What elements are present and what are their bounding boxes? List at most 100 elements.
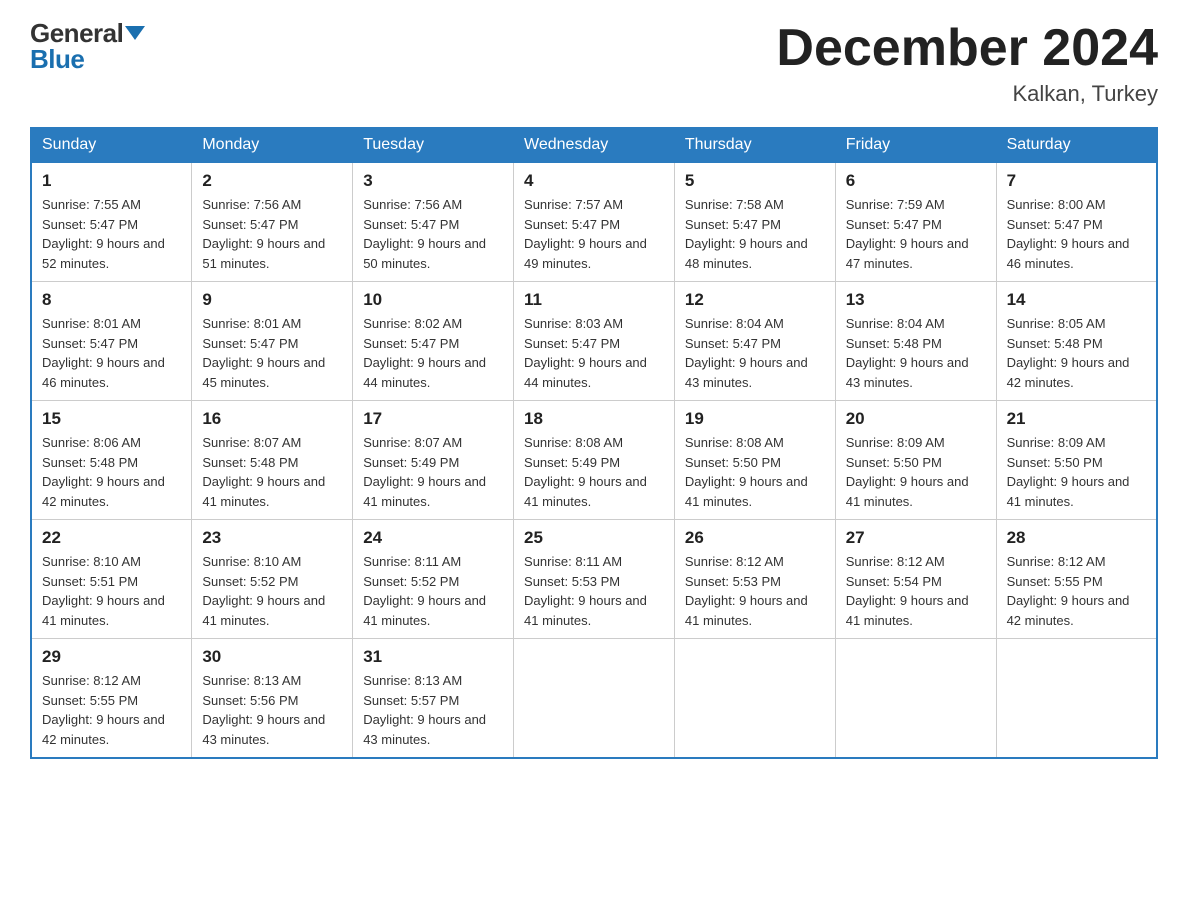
calendar-day-7: 7Sunrise: 8:00 AMSunset: 5:47 PMDaylight… [996,163,1157,282]
day-of-week-wednesday: Wednesday [514,128,675,163]
day-info: Sunrise: 8:05 AMSunset: 5:48 PMDaylight:… [1007,314,1146,392]
day-info: Sunrise: 8:01 AMSunset: 5:47 PMDaylight:… [42,314,181,392]
calendar-header: SundayMondayTuesdayWednesdayThursdayFrid… [31,128,1157,163]
day-number: 24 [363,528,503,548]
calendar-day-3: 3 Sunrise: 7:56 AMSunset: 5:47 PMDaylight… [353,163,514,282]
day-number: 9 [202,290,342,310]
calendar-day-18: 18Sunrise: 8:08 AMSunset: 5:49 PMDayligh… [514,401,675,520]
day-number: 1 [42,171,181,191]
day-info: Sunrise: 8:12 AMSunset: 5:55 PMDaylight:… [42,671,181,749]
day-info: Sunrise: 7:56 AMSunset: 5:47 PMDaylight:… [363,195,503,273]
day-info: Sunrise: 8:06 AMSunset: 5:48 PMDaylight:… [42,433,181,511]
calendar-day-12: 12 Sunrise: 8:04 AMSunset: 5:47 PMDayligh… [674,282,835,401]
calendar-day-31: 31 Sunrise: 8:13 AMSunset: 5:57 PMDayligh… [353,639,514,759]
calendar-day-9: 9 Sunrise: 8:01 AMSunset: 5:47 PMDaylight… [192,282,353,401]
logo-general: General [30,20,123,46]
day-info: Sunrise: 7:58 AMSunset: 5:47 PMDaylight:… [685,195,825,273]
day-info: Sunrise: 7:56 AMSunset: 5:47 PMDaylight:… [202,195,342,273]
day-info: Sunrise: 8:02 AMSunset: 5:47 PMDaylight:… [363,314,503,392]
calendar-day-2: 2Sunrise: 7:56 AMSunset: 5:47 PMDaylight… [192,163,353,282]
calendar-day-11: 11Sunrise: 8:03 AMSunset: 5:47 PMDayligh… [514,282,675,401]
day-of-week-sunday: Sunday [31,128,192,163]
day-info: Sunrise: 8:11 AMSunset: 5:53 PMDaylight:… [524,552,664,630]
calendar-week-3: 15 Sunrise: 8:06 AMSunset: 5:48 PMDayligh… [31,401,1157,520]
calendar-day-4: 4Sunrise: 7:57 AMSunset: 5:47 PMDaylight… [514,163,675,282]
logo-blue: Blue [30,44,84,74]
day-number: 3 [363,171,503,191]
title-area: December 2024 Kalkan, Turkey [776,20,1158,107]
empty-cell [996,639,1157,759]
empty-cell [674,639,835,759]
day-info: Sunrise: 8:13 AMSunset: 5:56 PMDaylight:… [202,671,342,749]
day-of-week-monday: Monday [192,128,353,163]
calendar-day-10: 10Sunrise: 8:02 AMSunset: 5:47 PMDayligh… [353,282,514,401]
calendar-day-29: 29Sunrise: 8:12 AMSunset: 5:55 PMDayligh… [31,639,192,759]
calendar-day-19: 19 Sunrise: 8:08 AMSunset: 5:50 PMDayligh… [674,401,835,520]
day-number: 16 [202,409,342,429]
day-info: Sunrise: 8:00 AMSunset: 5:47 PMDaylight:… [1007,195,1146,273]
empty-cell [514,639,675,759]
logo: General Blue [30,20,145,72]
month-title: December 2024 [776,20,1158,77]
calendar-week-5: 29Sunrise: 8:12 AMSunset: 5:55 PMDayligh… [31,639,1157,759]
calendar-day-6: 6 Sunrise: 7:59 AMSunset: 5:47 PMDaylight… [835,163,996,282]
day-number: 13 [846,290,986,310]
day-info: Sunrise: 7:59 AMSunset: 5:47 PMDaylight:… [846,195,986,273]
day-info: Sunrise: 7:55 AMSunset: 5:47 PMDaylight:… [42,195,181,273]
day-info: Sunrise: 8:11 AMSunset: 5:52 PMDaylight:… [363,552,503,630]
day-number: 14 [1007,290,1146,310]
day-number: 20 [846,409,986,429]
calendar-day-24: 24 Sunrise: 8:11 AMSunset: 5:52 PMDayligh… [353,520,514,639]
calendar-day-14: 14 Sunrise: 8:05 AMSunset: 5:48 PMDayligh… [996,282,1157,401]
calendar-day-8: 8Sunrise: 8:01 AMSunset: 5:47 PMDaylight… [31,282,192,401]
day-number: 22 [42,528,181,548]
calendar-week-4: 22Sunrise: 8:10 AMSunset: 5:51 PMDayligh… [31,520,1157,639]
day-info: Sunrise: 8:08 AMSunset: 5:49 PMDaylight:… [524,433,664,511]
day-info: Sunrise: 8:07 AMSunset: 5:49 PMDaylight:… [363,433,503,511]
day-info: Sunrise: 7:57 AMSunset: 5:47 PMDaylight:… [524,195,664,273]
day-number: 6 [846,171,986,191]
day-info: Sunrise: 8:10 AMSunset: 5:52 PMDaylight:… [202,552,342,630]
day-info: Sunrise: 8:13 AMSunset: 5:57 PMDaylight:… [363,671,503,749]
day-info: Sunrise: 8:04 AMSunset: 5:47 PMDaylight:… [685,314,825,392]
calendar-day-28: 28Sunrise: 8:12 AMSunset: 5:55 PMDayligh… [996,520,1157,639]
calendar-day-27: 27 Sunrise: 8:12 AMSunset: 5:54 PMDayligh… [835,520,996,639]
day-number: 19 [685,409,825,429]
day-number: 27 [846,528,986,548]
day-number: 12 [685,290,825,310]
day-info: Sunrise: 8:12 AMSunset: 5:54 PMDaylight:… [846,552,986,630]
calendar-body: 1 Sunrise: 7:55 AMSunset: 5:47 PMDaylight… [31,163,1157,759]
day-info: Sunrise: 8:01 AMSunset: 5:47 PMDaylight:… [202,314,342,392]
day-of-week-tuesday: Tuesday [353,128,514,163]
calendar-day-13: 13 Sunrise: 8:04 AMSunset: 5:48 PMDayligh… [835,282,996,401]
logo-triangle-icon [125,26,145,40]
calendar-week-1: 1 Sunrise: 7:55 AMSunset: 5:47 PMDaylight… [31,163,1157,282]
calendar-day-15: 15 Sunrise: 8:06 AMSunset: 5:48 PMDayligh… [31,401,192,520]
day-info: Sunrise: 8:04 AMSunset: 5:48 PMDaylight:… [846,314,986,392]
day-info: Sunrise: 8:07 AMSunset: 5:48 PMDaylight:… [202,433,342,511]
calendar-day-1: 1 Sunrise: 7:55 AMSunset: 5:47 PMDaylight… [31,163,192,282]
day-number: 15 [42,409,181,429]
day-of-week-saturday: Saturday [996,128,1157,163]
day-info: Sunrise: 8:09 AMSunset: 5:50 PMDaylight:… [1007,433,1146,511]
calendar-day-30: 30 Sunrise: 8:13 AMSunset: 5:56 PMDayligh… [192,639,353,759]
calendar-day-20: 20Sunrise: 8:09 AMSunset: 5:50 PMDayligh… [835,401,996,520]
day-info: Sunrise: 8:08 AMSunset: 5:50 PMDaylight:… [685,433,825,511]
day-number: 23 [202,528,342,548]
day-number: 30 [202,647,342,667]
day-of-week-friday: Friday [835,128,996,163]
day-number: 31 [363,647,503,667]
calendar-day-25: 25Sunrise: 8:11 AMSunset: 5:53 PMDayligh… [514,520,675,639]
calendar-day-23: 23 Sunrise: 8:10 AMSunset: 5:52 PMDayligh… [192,520,353,639]
calendar-week-2: 8Sunrise: 8:01 AMSunset: 5:47 PMDaylight… [31,282,1157,401]
day-info: Sunrise: 8:12 AMSunset: 5:53 PMDaylight:… [685,552,825,630]
calendar-day-26: 26Sunrise: 8:12 AMSunset: 5:53 PMDayligh… [674,520,835,639]
day-number: 17 [363,409,503,429]
calendar-day-5: 5 Sunrise: 7:58 AMSunset: 5:47 PMDaylight… [674,163,835,282]
location-title: Kalkan, Turkey [776,81,1158,107]
day-number: 21 [1007,409,1146,429]
day-number: 28 [1007,528,1146,548]
page-header: General Blue December 2024 Kalkan, Turke… [30,20,1158,107]
day-number: 5 [685,171,825,191]
calendar-day-22: 22Sunrise: 8:10 AMSunset: 5:51 PMDayligh… [31,520,192,639]
